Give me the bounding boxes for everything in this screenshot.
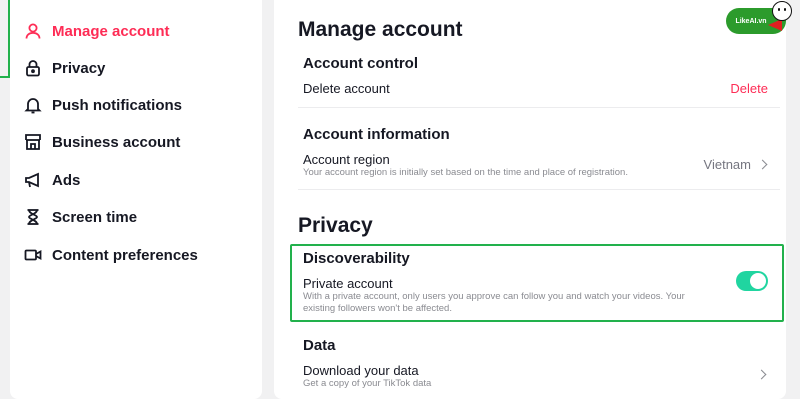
sidebar-item-screen-time[interactable]: Screen time: [24, 205, 137, 229]
sidebar-item-label: Ads: [52, 171, 81, 189]
account-region-selector[interactable]: Vietnam: [703, 157, 768, 172]
private-account-toggle[interactable]: [736, 271, 768, 291]
download-data-description: Get a copy of your TikTok data: [303, 378, 432, 389]
settings-main-panel: Manage account Account control Delete ac…: [274, 0, 786, 399]
private-account-label: Private account: [303, 276, 393, 291]
sidebar-item-label: Content preferences: [52, 246, 198, 264]
sidebar-item-label: Privacy: [52, 59, 106, 77]
settings-sidebar: Manage account Privacy Push notification…: [10, 0, 262, 399]
sidebar-item-ads[interactable]: Ads: [24, 168, 80, 192]
megaphone-icon: [25, 172, 39, 188]
divider: [298, 189, 780, 190]
sidebar-item-label: Push notifications: [52, 96, 183, 114]
logo-text: LikeAI.vn: [735, 17, 767, 25]
sidebar-item-label: Business account: [52, 133, 181, 151]
section-heading-account-information: Account information: [303, 126, 450, 143]
lock-icon: [26, 60, 40, 77]
divider: [298, 107, 780, 108]
smiley-face-icon: [772, 1, 792, 21]
store-icon: [25, 134, 41, 150]
hourglass-icon: [27, 209, 39, 225]
sidebar-item-business-account[interactable]: Business account: [24, 130, 180, 154]
sidebar-item-label: Screen time: [52, 208, 138, 226]
section-heading-account-control: Account control: [303, 55, 418, 72]
bell-icon: [24, 98, 42, 114]
delete-account-button[interactable]: Delete: [730, 81, 768, 96]
download-data-label[interactable]: Download your data: [303, 363, 419, 378]
toggle-knob: [750, 273, 766, 289]
account-region-value: Vietnam: [703, 157, 751, 172]
sidebar-item-manage-account[interactable]: Manage account: [24, 19, 170, 43]
user-icon: [25, 23, 41, 39]
chevron-right-icon[interactable]: [756, 369, 767, 380]
sidebar-selection-highlight: [0, 0, 10, 78]
private-account-description: With a private account, only users you a…: [303, 291, 685, 314]
sidebar-item-label: Manage account: [52, 22, 170, 40]
chevron-right-icon: [757, 159, 768, 170]
account-region-label: Account region: [303, 152, 390, 167]
section-heading-discoverability: Discoverability: [303, 250, 410, 267]
delete-account-label: Delete account: [303, 81, 390, 96]
section-heading-data: Data: [303, 337, 336, 354]
sidebar-item-push-notifications[interactable]: Push notifications: [24, 93, 182, 117]
section-title-privacy: Privacy: [298, 214, 373, 237]
page-title: Manage account: [298, 18, 463, 41]
video-camera-icon: [24, 249, 42, 261]
sidebar-item-privacy[interactable]: Privacy: [24, 56, 105, 80]
sidebar-item-content-preferences[interactable]: Content preferences: [24, 243, 198, 267]
account-region-description: Your account region is initially set bas…: [303, 167, 628, 178]
